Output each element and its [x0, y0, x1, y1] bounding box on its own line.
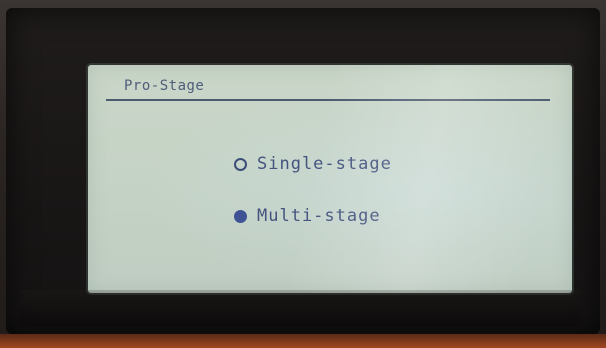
- bezel-reflection: [20, 290, 580, 326]
- device-photo: Pro-Stage Single-stage Multi-stage: [0, 0, 606, 348]
- radio-unselected-icon[interactable]: [234, 157, 247, 171]
- option-label: Single-stage: [257, 154, 392, 174]
- background-surface: [0, 334, 606, 348]
- radio-selected-icon[interactable]: [234, 209, 247, 223]
- screen-header: Pro-Stage: [106, 75, 550, 101]
- screen-title: Pro-Stage: [124, 78, 205, 94]
- option-multi-stage[interactable]: Multi-stage: [234, 203, 494, 229]
- option-label: Multi-stage: [257, 206, 381, 226]
- lcd-screen: Pro-Stage Single-stage Multi-stage: [88, 65, 572, 293]
- stage-options: Single-stage Multi-stage: [234, 151, 494, 255]
- option-single-stage[interactable]: Single-stage: [234, 151, 494, 177]
